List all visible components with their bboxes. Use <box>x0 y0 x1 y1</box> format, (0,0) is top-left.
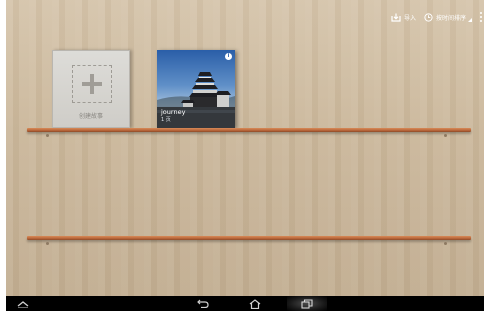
import-button[interactable]: 导入 <box>391 13 416 22</box>
overflow-menu-icon[interactable] <box>480 12 482 22</box>
create-story-book[interactable]: 创建故事 <box>52 50 130 128</box>
bookshelf-background: 导入 按时间排序 创建故事 i journey 1 页 <box>6 0 484 296</box>
create-story-label: 创建故事 <box>78 113 103 120</box>
sort-label: 按时间排序 <box>435 14 466 22</box>
shelf-bracket <box>444 134 447 137</box>
shelf-bracket <box>46 242 49 245</box>
info-icon[interactable]: i <box>225 53 232 60</box>
shelf-bottom <box>27 236 471 240</box>
shelf-bracket <box>46 134 49 137</box>
shelf-top <box>27 128 471 132</box>
journey-book[interactable]: i journey 1 页 <box>157 50 235 128</box>
system-navigation-bar <box>6 296 484 311</box>
recent-apps-button[interactable] <box>287 296 327 311</box>
sort-by-time-button[interactable]: 按时间排序 <box>424 12 472 22</box>
recent-apps-icon <box>301 298 313 309</box>
download-tray-icon <box>391 13 401 22</box>
top-toolbar: 导入 按时间排序 <box>391 8 484 26</box>
app-window: 导入 按时间排序 创建故事 i journey 1 页 <box>6 0 484 311</box>
import-label: 导入 <box>403 14 416 22</box>
back-icon <box>197 299 209 308</box>
dropdown-corner-icon <box>468 17 472 22</box>
collapse-chevron-icon <box>17 300 29 308</box>
home-button[interactable] <box>246 296 264 311</box>
collapse-button[interactable] <box>14 296 32 311</box>
add-plus-icon <box>72 65 112 103</box>
back-button[interactable] <box>194 296 212 311</box>
shelf-bracket <box>444 242 447 245</box>
home-icon <box>249 298 261 309</box>
book-title: journey <box>161 108 186 116</box>
clock-icon <box>424 12 433 22</box>
book-page-count: 1 页 <box>161 117 171 123</box>
